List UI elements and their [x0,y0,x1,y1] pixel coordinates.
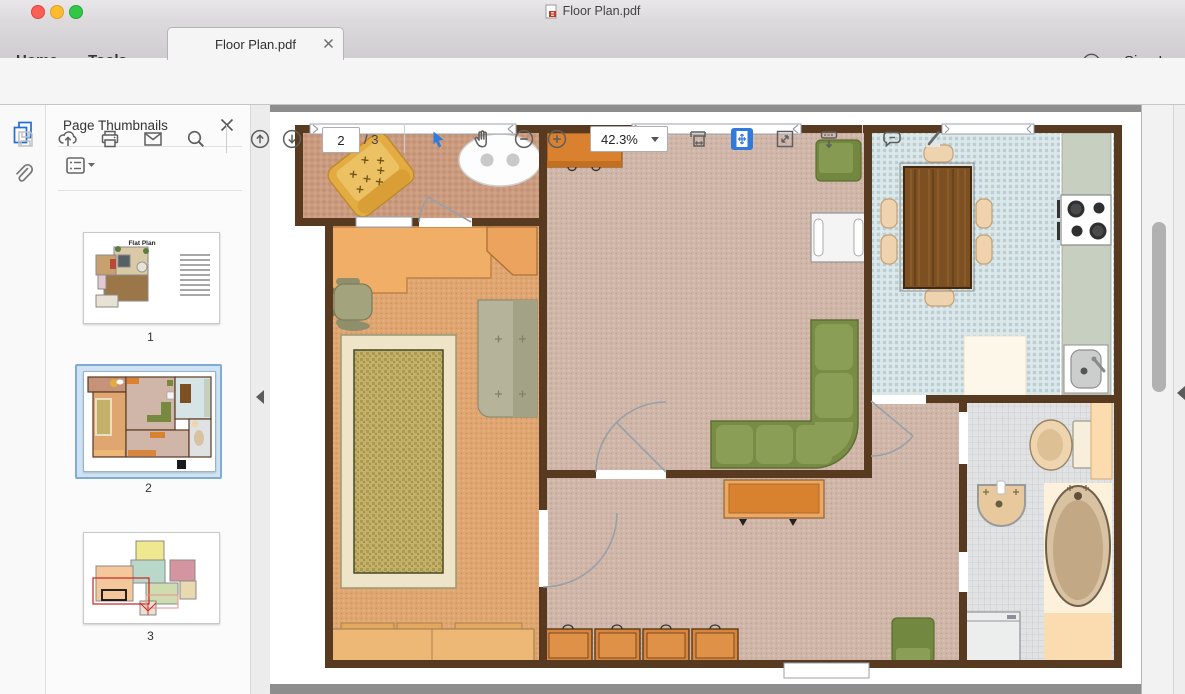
kitchen-sink [1064,345,1108,393]
thumbnail-options-button[interactable] [66,156,96,178]
wash-basin [978,481,1025,526]
window-title-area: Floor Plan.pdf [0,0,1185,22]
page-number-input[interactable] [322,127,360,153]
tab-close-icon[interactable] [322,37,335,50]
thumbnail-3-preview [84,533,219,623]
titlebar: Floor Plan.pdf [0,0,1185,23]
share-cloud-icon[interactable] [51,122,85,156]
zoom-in-icon[interactable] [540,122,574,156]
zoom-level-dropdown[interactable]: 42.3% [590,126,668,152]
thumbnail-1-preview: Flat Plan [84,233,219,323]
toolbar-divider [404,125,405,153]
rug [341,335,456,588]
scrollbar-thumb[interactable] [1152,222,1166,392]
close-icon[interactable] [219,117,235,133]
pdf-file-icon [545,4,558,19]
fullscreen-icon[interactable] [768,122,802,156]
floor-corridor [872,403,959,478]
fit-page-icon[interactable] [725,122,759,156]
tab-document[interactable]: Floor Plan.pdf [167,27,344,60]
highlight-icon[interactable] [917,122,951,156]
thumbnail-2-label[interactable]: 2 [75,481,222,495]
thumbnail-2-view-indicator [177,460,186,469]
thumbnail-1-title: Flat Plan [128,240,155,247]
email-icon[interactable] [136,122,170,156]
small-table [811,213,867,262]
tab-document-label: Floor Plan.pdf [215,37,296,52]
chevron-down-icon [651,137,659,142]
collapse-panel-icon[interactable] [256,390,264,404]
window-title: Floor Plan.pdf [563,4,641,18]
right-edge-strip [1173,104,1185,694]
washing-machine [966,612,1020,663]
kitchen-island [964,336,1026,397]
scroll-mode-icon[interactable] [812,122,846,156]
panel-splitter[interactable] [250,104,272,694]
document-viewer[interactable] [270,104,1141,694]
toolbar: / 3 42.3% [0,58,1185,105]
fit-width-icon[interactable] [681,122,715,156]
thumbnail-page-1[interactable]: Flat Plan [83,232,220,324]
page-up-icon[interactable] [243,122,277,156]
divider [58,190,242,191]
navigation-rail [0,104,46,694]
bathtub [1044,483,1112,667]
search-icon[interactable] [179,122,213,156]
bedroom-chair [892,618,934,663]
attachments-icon[interactable] [11,162,35,188]
stove [1057,195,1111,245]
toolbar-divider [226,125,227,153]
vertical-scrollbar[interactable] [1141,104,1185,694]
save-icon[interactable] [8,122,42,156]
thumbnail-page-2[interactable] [83,371,216,472]
thumbnail-page-3[interactable] [83,532,220,624]
page-total-label: / 3 [364,132,378,147]
dining-table [900,163,974,291]
select-tool-icon[interactable] [421,122,455,156]
toolbar-divider [862,125,863,153]
thumbnail-2-selection[interactable] [75,364,222,479]
hand-tool-icon[interactable] [465,122,499,156]
comment-icon[interactable] [875,122,909,156]
pdf-page-floor-plan [270,112,1141,684]
thumbnail-2-preview [84,372,215,471]
thumbnail-3-label[interactable]: 3 [77,629,224,643]
print-icon[interactable] [93,122,127,156]
sideboard [329,623,534,663]
page-down-icon[interactable] [275,122,309,156]
page-thumbnails-panel: Page Thumbnails Flat Plan [46,104,250,694]
bathroom-cabinet [1091,402,1112,479]
wardrobe-cabinet [478,300,537,417]
thumbnail-1-label[interactable]: 1 [77,330,224,344]
toilet [1030,420,1092,470]
zoom-out-icon[interactable] [507,122,541,156]
collapse-right-icon[interactable] [1177,386,1185,400]
zoom-level-value: 42.3% [601,132,651,147]
